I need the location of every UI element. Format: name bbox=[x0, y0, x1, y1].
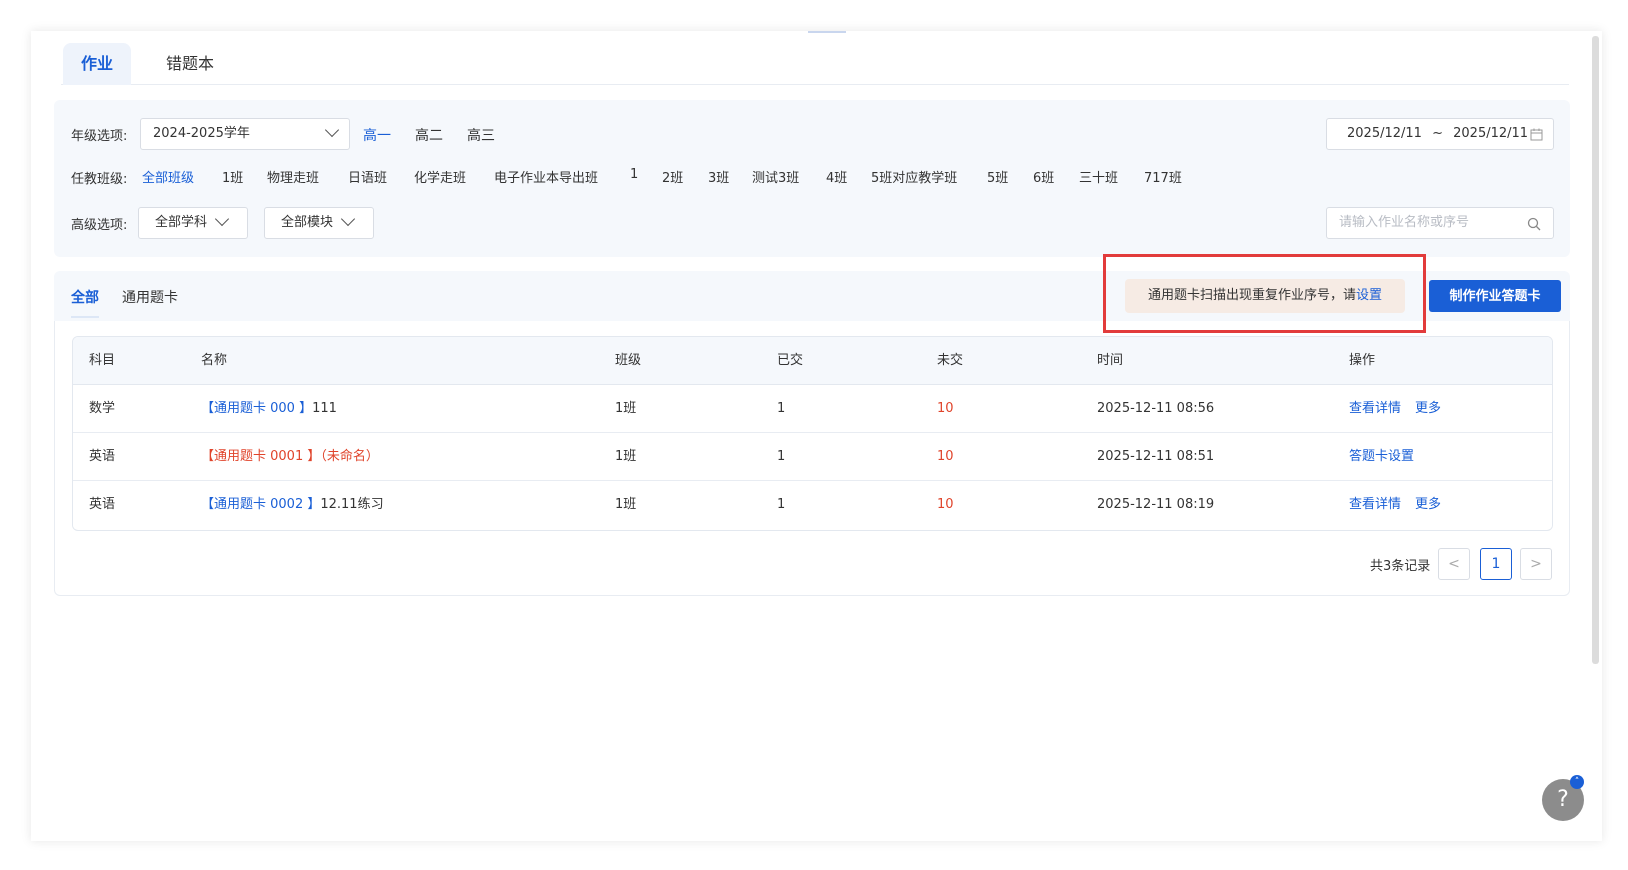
row-name[interactable]: 【通用题卡 0001 】（未命名） bbox=[201, 433, 379, 481]
class-option[interactable]: 化学走班 bbox=[414, 167, 466, 186]
calendar-icon bbox=[1530, 128, 1543, 141]
module-value: 全部模块 bbox=[281, 215, 334, 230]
date-end: 2025/12/11 bbox=[1453, 126, 1529, 141]
row-name[interactable]: 【通用题卡 0002 】12.11练习 bbox=[201, 481, 384, 529]
grade-option-3[interactable]: 高三 bbox=[467, 125, 495, 145]
row-time: 2025-12-11 08:19 bbox=[1097, 497, 1215, 512]
class-option[interactable]: 717班 bbox=[1144, 167, 1182, 186]
row-name-title: 12.11练习 bbox=[320, 497, 384, 512]
grade-option-2[interactable]: 高二 bbox=[415, 125, 443, 145]
tab-homework[interactable]: 作业 bbox=[63, 43, 132, 85]
date-range-picker[interactable]: 2025/12/11 ~ 2025/12/11 bbox=[1326, 118, 1554, 150]
date-separator: ~ bbox=[1432, 126, 1443, 141]
class-option[interactable]: 1班 bbox=[222, 167, 243, 186]
class-option[interactable]: 2班 bbox=[662, 167, 683, 186]
row-submitted: 1 bbox=[777, 497, 786, 512]
subject-value: 全部学科 bbox=[155, 215, 208, 230]
row-subject: 英语 bbox=[89, 497, 116, 512]
pager-prev-button[interactable]: < bbox=[1438, 548, 1470, 580]
class-option[interactable]: 1 bbox=[630, 167, 638, 182]
grade-label: 年级选项: bbox=[71, 129, 128, 144]
col-header-class: 班级 bbox=[615, 353, 642, 368]
subject-select[interactable]: 全部学科 bbox=[138, 207, 248, 239]
make-answer-card-button[interactable]: 制作作业答题卡 bbox=[1429, 280, 1561, 312]
chevron-down-icon bbox=[324, 122, 340, 138]
row-unsubmitted: 10 bbox=[937, 401, 954, 416]
row-name-tag[interactable]: 【通用题卡 0001 】 bbox=[201, 449, 320, 464]
main-tabs: 作业 错题本 bbox=[61, 43, 1569, 85]
class-option[interactable]: 三十班 bbox=[1079, 167, 1118, 186]
date-start: 2025/12/11 bbox=[1347, 126, 1422, 141]
search-input[interactable]: 请输入作业名称或序号 bbox=[1326, 207, 1554, 239]
row-submitted: 1 bbox=[777, 449, 786, 464]
top-indicator bbox=[808, 31, 846, 33]
class-option[interactable]: 电子作业本导出班 bbox=[494, 167, 598, 186]
row-unsubmitted: 10 bbox=[937, 497, 954, 512]
vertical-scrollbar[interactable] bbox=[1592, 36, 1599, 664]
tab-wrongbook[interactable]: 错题本 bbox=[148, 43, 232, 85]
col-header-unsubmitted: 未交 bbox=[937, 353, 964, 368]
row-actions: 答题卡设置 bbox=[1349, 433, 1428, 481]
pager-total: 共3条记录 bbox=[1370, 559, 1431, 574]
grade-option-1[interactable]: 高一 bbox=[363, 125, 391, 145]
search-icon[interactable] bbox=[1527, 217, 1541, 231]
row-actions: 查看详情 更多 bbox=[1349, 481, 1455, 529]
subtab-all[interactable]: 全部 bbox=[71, 287, 99, 307]
row-unsubmitted: 10 bbox=[937, 449, 954, 464]
row-name-title: 111 bbox=[312, 401, 337, 416]
class-option[interactable]: 测试3班 bbox=[752, 167, 799, 186]
advanced-label: 高级选项: bbox=[71, 218, 128, 233]
search-placeholder: 请输入作业名称或序号 bbox=[1339, 215, 1470, 230]
school-year-select[interactable]: 2024-2025学年 bbox=[140, 118, 350, 150]
col-header-submitted: 已交 bbox=[777, 353, 804, 368]
table-row: 英语 【通用题卡 0002 】12.11练习 1班 1 10 2025-12-1… bbox=[73, 481, 1552, 529]
card-settings-link[interactable]: 答题卡设置 bbox=[1349, 449, 1414, 464]
row-actions: 查看详情 更多 bbox=[1349, 385, 1455, 433]
chevron-up-icon[interactable]: ˄ bbox=[1570, 775, 1584, 789]
col-header-time: 时间 bbox=[1097, 353, 1124, 368]
class-option[interactable]: 5班 bbox=[987, 167, 1008, 186]
row-subject: 英语 bbox=[89, 449, 116, 464]
more-link[interactable]: 更多 bbox=[1415, 497, 1441, 512]
subtab-indicator bbox=[71, 316, 99, 318]
col-header-subject: 科目 bbox=[89, 353, 116, 368]
view-details-link[interactable]: 查看详情 bbox=[1349, 497, 1401, 512]
class-option[interactable]: 全部班级 bbox=[142, 167, 194, 186]
table-header: 科目 名称 班级 已交 未交 时间 操作 bbox=[73, 337, 1552, 385]
row-class: 1班 bbox=[615, 449, 637, 464]
class-option[interactable]: 4班 bbox=[826, 167, 847, 186]
more-link[interactable]: 更多 bbox=[1415, 401, 1441, 416]
class-option[interactable]: 日语班 bbox=[348, 167, 387, 186]
col-header-name: 名称 bbox=[201, 353, 228, 368]
row-time: 2025-12-11 08:56 bbox=[1097, 401, 1215, 416]
row-name-tag[interactable]: 【通用题卡 0002 】 bbox=[201, 497, 320, 512]
chevron-down-icon bbox=[340, 211, 356, 227]
class-option[interactable]: 6班 bbox=[1033, 167, 1054, 186]
row-submitted: 1 bbox=[777, 401, 786, 416]
chevron-down-icon bbox=[214, 211, 230, 227]
class-option[interactable]: 5班对应教学班 bbox=[871, 167, 957, 186]
school-year-value: 2024-2025学年 bbox=[153, 126, 250, 141]
row-class: 1班 bbox=[615, 401, 637, 416]
module-select[interactable]: 全部模块 bbox=[264, 207, 374, 239]
table-row: 数学 【通用题卡 000 】111 1班 1 10 2025-12-11 08:… bbox=[73, 385, 1552, 433]
class-option[interactable]: 3班 bbox=[708, 167, 729, 186]
row-name[interactable]: 【通用题卡 000 】111 bbox=[201, 385, 337, 433]
pager-next-button[interactable]: > bbox=[1520, 548, 1552, 580]
row-time: 2025-12-11 08:51 bbox=[1097, 449, 1215, 464]
class-option[interactable]: 物理走班 bbox=[267, 167, 319, 186]
table-row: 英语 【通用题卡 0001 】（未命名） 1班 1 10 2025-12-11 … bbox=[73, 433, 1552, 481]
row-name-tag[interactable]: 【通用题卡 000 】 bbox=[201, 401, 312, 416]
subtab-general-card[interactable]: 通用题卡 bbox=[122, 287, 178, 307]
view-details-link[interactable]: 查看详情 bbox=[1349, 401, 1401, 416]
class-label: 任教班级: bbox=[71, 172, 128, 187]
row-name-title: （未命名） bbox=[320, 449, 379, 464]
homework-table: 科目 名称 班级 已交 未交 时间 操作 数学 【通用题卡 000 】111 1… bbox=[72, 336, 1553, 531]
row-subject: 数学 bbox=[89, 401, 116, 416]
row-class: 1班 bbox=[615, 497, 637, 512]
col-header-actions: 操作 bbox=[1349, 353, 1376, 368]
pager-page-button[interactable]: 1 bbox=[1480, 548, 1512, 580]
